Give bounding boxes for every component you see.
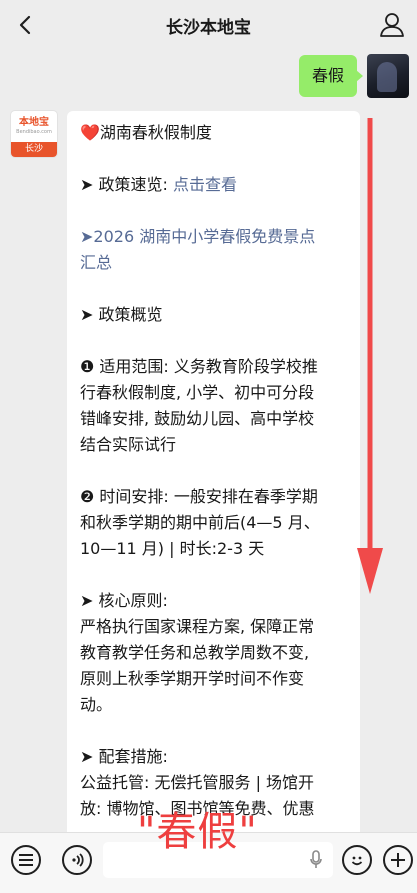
city-label: 长沙 xyxy=(11,142,57,157)
measures-title: ➤ 配套措施: xyxy=(80,747,168,766)
scope-line: 错峰安排, 鼓励幼儿园、高中学校 xyxy=(80,409,315,428)
annotation-caption: "春假" xyxy=(137,809,258,855)
bot-avatar[interactable]: 本地宝 Bendibao.com 长沙 xyxy=(11,111,57,157)
overview-title: ➤ 政策概览 xyxy=(80,305,163,324)
timing-line: 10—11 月) | 时长:2-3 天 xyxy=(80,539,265,558)
principle-line: 原则上秋季学期开学时间不作变 xyxy=(80,669,305,688)
scope-line: 结合实际试行 xyxy=(80,435,177,454)
voice-icon[interactable] xyxy=(62,845,92,875)
page-title: 长沙本地宝 xyxy=(166,17,251,38)
principle-line: 动。 xyxy=(80,695,113,714)
outgoing-bubble[interactable]: 春假 xyxy=(298,55,364,97)
principle-line: 严格执行国家课程方案, 保障正常 xyxy=(80,617,315,636)
timing-line: ❷ 时间安排: 一般安排在春季学期 xyxy=(80,487,318,506)
chevron-left-icon[interactable] xyxy=(12,10,42,40)
mic-icon[interactable] xyxy=(309,850,323,870)
scope-line: ❶ 适用范围: 义务教育阶段学校推 xyxy=(80,357,318,376)
plus-icon[interactable] xyxy=(383,845,413,875)
scope-line: 行春秋假制度, 小学、初中可分段 xyxy=(80,383,315,402)
user-avatar[interactable] xyxy=(367,54,409,98)
policy-quick-line: ➤ 政策速览: 点击查看 xyxy=(80,175,237,194)
outgoing-text: 春假 xyxy=(311,66,344,85)
policy-quick-link[interactable]: 点击查看 xyxy=(173,175,237,194)
timing-line: 和秋季学期的期中前后(4—5 月、 xyxy=(80,513,320,532)
bendibao-logo: 本地宝 Bendibao.com xyxy=(16,117,52,135)
emoji-icon[interactable] xyxy=(342,845,372,875)
message-title: ❤️湖南春秋假制度 xyxy=(80,123,212,142)
outgoing-message: 春假 xyxy=(298,54,409,98)
scenic-link-cont[interactable]: 汇总 xyxy=(80,250,348,276)
measures-line: 公益托管: 无偿托管服务 | 场馆开 xyxy=(80,773,315,792)
nav-bar: 长沙本地宝 xyxy=(0,0,417,50)
scenic-link[interactable]: ➤2026 湖南中小学春假免费景点 xyxy=(80,224,348,250)
principle-line: 教育教学任务和总教学周数不变, xyxy=(80,643,310,662)
incoming-bubble[interactable]: ❤️湖南春秋假制度 ➤ 政策速览: 点击查看 ➤2026 湖南中小学春假免费景点… xyxy=(67,111,360,893)
menu-icon[interactable] xyxy=(11,845,41,875)
principle-title: ➤ 核心原则: xyxy=(80,591,168,610)
heart-icon: ❤️ xyxy=(80,123,100,142)
user-icon[interactable] xyxy=(377,10,407,40)
